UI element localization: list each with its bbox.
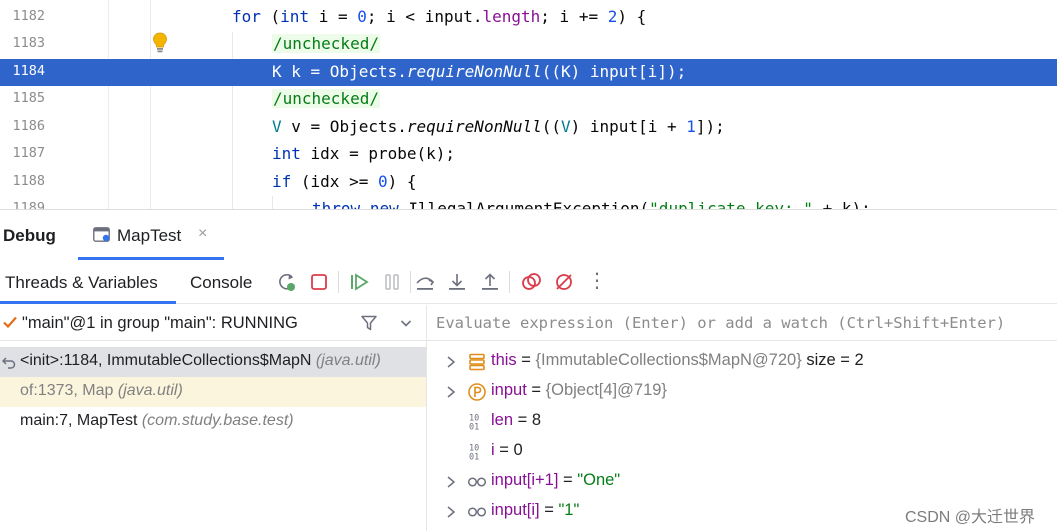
parameter-icon: [468, 383, 486, 401]
thread-selector[interactable]: "main"@1 in group "main": RUNNING: [0, 305, 426, 341]
frame-label: main:7, MapTest (com.study.base.test): [20, 412, 294, 429]
line-number: 1189: [12, 200, 45, 209]
mute-breakpoints-icon[interactable]: [553, 271, 575, 293]
frames-panel: "main"@1 in group "main": RUNNING <init>…: [0, 305, 426, 531]
tab-console[interactable]: Console: [190, 260, 252, 304]
variable-row[interactable]: input[i+1] = "One": [427, 467, 1057, 497]
svg-text:01: 01: [469, 423, 479, 433]
code-line[interactable]: 1182 for (int i = 0; i < input.length; i…: [0, 4, 1057, 31]
frame-label: of:1373, Map (java.util): [20, 382, 183, 399]
line-number: 1182: [12, 8, 45, 24]
drop-frame-icon[interactable]: [2, 355, 16, 369]
current-execution-line[interactable]: 1184 K k = Objects.requireNonNull((K) in…: [0, 59, 1057, 86]
run-config-icon: [93, 227, 110, 242]
variable-text: this = {ImmutableCollections$MapN@720} s…: [491, 351, 864, 369]
evaluate-expression-field[interactable]: Evaluate expression (Enter) or add a wat…: [427, 305, 1057, 341]
tab-label: MapTest: [117, 226, 182, 245]
resume-icon[interactable]: [348, 271, 370, 293]
rerun-icon[interactable]: [276, 271, 298, 293]
code-text: /unchecked/: [272, 34, 380, 53]
line-number: 1188: [12, 173, 45, 189]
step-into-icon[interactable]: [446, 271, 468, 293]
expand-arrow-icon[interactable]: [445, 505, 457, 519]
variable-text: input[i+1] = "One": [491, 471, 621, 489]
variable-row[interactable]: input = {Object[4]@719}: [427, 377, 1057, 407]
frame-item[interactable]: <init>:1184, ImmutableCollections$MapN (…: [0, 347, 426, 377]
code-text: V v = Objects.requireNonNull((V) input[i…: [272, 117, 725, 136]
watermark: CSDN @大迁世界: [905, 509, 1036, 526]
code-text: throw new IllegalArgumentException("dupl…: [312, 199, 871, 209]
pause-icon[interactable]: [381, 271, 403, 293]
object-icon: [469, 353, 485, 371]
variable-text: len = 8: [491, 411, 542, 429]
lightbulb-icon[interactable]: [152, 32, 168, 54]
debug-tool-window-header: Debug MapTest ×: [0, 209, 1057, 260]
watch-icon: [467, 477, 487, 487]
code-text: if (idx >= 0) {: [272, 172, 417, 191]
close-icon[interactable]: ×: [198, 225, 207, 243]
line-number: 1184: [12, 63, 45, 79]
variable-text: i = 0: [491, 441, 523, 459]
code-line[interactable]: 1189 throw new IllegalArgumentException(…: [0, 196, 1057, 209]
step-over-icon[interactable]: [414, 271, 436, 293]
toolbar-separator: [338, 271, 339, 293]
variable-text: input = {Object[4]@719}: [491, 381, 667, 399]
step-out-icon[interactable]: [479, 271, 501, 293]
line-number: 1185: [12, 90, 45, 106]
line-number: 1186: [12, 118, 45, 134]
expand-arrow-icon[interactable]: [445, 475, 457, 489]
debug-toolbar: Threads & Variables Console ⋮: [0, 260, 1057, 304]
primitive-icon: 10 01: [469, 444, 479, 463]
expand-arrow-icon[interactable]: [445, 385, 457, 399]
filter-icon[interactable]: [360, 314, 378, 332]
checkmark-icon: [3, 316, 17, 329]
variable-row[interactable]: 10 01 i = 0: [427, 437, 1057, 467]
variable-text: input[i] = "1": [491, 501, 580, 519]
frame-item[interactable]: main:7, MapTest (com.study.base.test): [0, 407, 426, 437]
line-number: 1183: [12, 35, 45, 51]
code-line[interactable]: 1186 V v = Objects.requireNonNull((V) in…: [0, 114, 1057, 141]
variable-row[interactable]: 10 01 len = 8: [427, 407, 1057, 437]
code-line[interactable]: 1188 if (idx >= 0) {: [0, 169, 1057, 196]
svg-text:01: 01: [469, 453, 479, 463]
tab-threads-variables[interactable]: Threads & Variables: [0, 260, 176, 304]
code-line[interactable]: 1187 int idx = probe(k);: [0, 141, 1057, 168]
toolbar-separator: [410, 271, 411, 293]
frame-label: <init>:1184, ImmutableCollections$MapN (…: [20, 352, 381, 369]
expand-arrow-icon[interactable]: [445, 355, 457, 369]
watch-icon: [467, 507, 487, 517]
evaluate-placeholder: Evaluate expression (Enter) or add a wat…: [436, 314, 1006, 332]
frame-item[interactable]: of:1373, Map (java.util): [0, 377, 426, 407]
line-number: 1187: [12, 145, 45, 161]
thread-label: "main"@1 in group "main": RUNNING: [22, 314, 298, 332]
code-text: for (int i = 0; i < input.length; i += 2…: [232, 7, 647, 26]
code-text: int idx = probe(k);: [272, 144, 456, 163]
primitive-icon: 10 01: [469, 414, 479, 433]
code-text: /unchecked/: [272, 89, 380, 108]
code-line[interactable]: 1185 /unchecked/: [0, 86, 1057, 113]
code-text: K k = Objects.requireNonNull((K) input[i…: [272, 62, 687, 81]
debug-title: Debug: [3, 226, 56, 245]
stop-icon[interactable]: [308, 271, 330, 293]
variables-panel: Evaluate expression (Enter) or add a wat…: [427, 305, 1057, 531]
tab-maptest[interactable]: MapTest ×: [78, 210, 224, 260]
view-breakpoints-icon[interactable]: [520, 271, 542, 293]
variable-row[interactable]: this = {ImmutableCollections$MapN@720} s…: [427, 347, 1057, 377]
code-editor[interactable]: 1182 for (int i = 0; i < input.length; i…: [0, 0, 1057, 209]
more-icon[interactable]: ⋮: [586, 268, 608, 292]
chevron-down-icon[interactable]: [399, 316, 413, 330]
toolbar-separator: [509, 271, 510, 293]
